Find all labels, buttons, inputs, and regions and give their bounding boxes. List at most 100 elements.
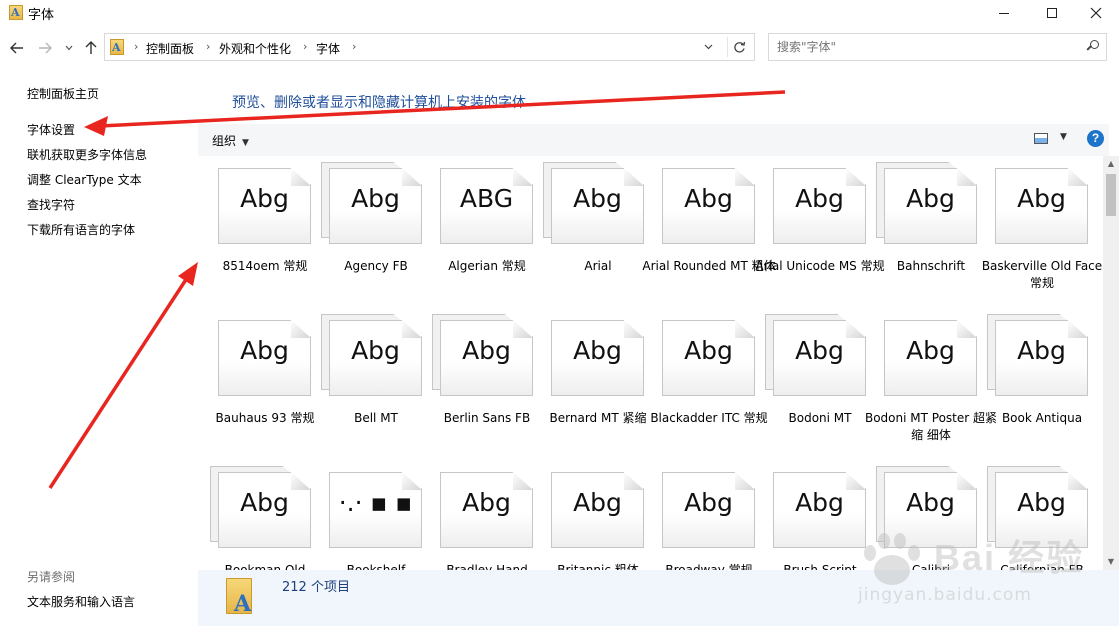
font-item[interactable]: Abg Blackadder ITC 常规 [642, 306, 768, 458]
see-also-title: 另请参阅 [27, 570, 76, 584]
address-bar[interactable]: A › 控制面板 › 外观和个性化 › 字体 › [104, 33, 755, 61]
link-font-settings[interactable]: 字体设置 [27, 121, 75, 138]
font-sample-text: Abg [684, 184, 733, 213]
title-bar: A 字体 [0, 0, 1119, 26]
font-item[interactable]: Abg Arial [531, 156, 644, 306]
chevron-down-icon: ▼ [242, 138, 249, 148]
refresh-button[interactable] [727, 37, 751, 57]
left-navigation-pane: 控制面板主页 字体设置 联机获取更多字体信息 调整 ClearType 文本 查… [0, 70, 198, 626]
font-item[interactable]: Abg Bodoni MT Poster 超紧缩 细体 [864, 306, 997, 458]
breadcrumb-chevron-icon[interactable]: › [352, 40, 356, 53]
link-text-services[interactable]: 文本服务和输入语言 [27, 593, 135, 610]
font-sample-text: ABG [459, 184, 514, 213]
breadcrumb-chevron-icon[interactable]: › [134, 40, 138, 53]
font-item[interactable]: Abg Broadway 常规 [642, 458, 755, 570]
font-sample-text: Abg [573, 336, 622, 365]
font-item[interactable]: Abg Arial Rounded MT 粗体 [642, 156, 776, 306]
font-sample-text: Abg [795, 336, 844, 365]
font-item[interactable]: Abg Bauhaus 93 常规 [198, 306, 314, 458]
font-item[interactable]: Abg Brush Script [753, 458, 866, 570]
font-item[interactable]: Abg Arial Unicode MS 常规 [753, 156, 885, 306]
font-sample-text: Abg [906, 336, 955, 365]
font-sample-text: Abg [795, 488, 844, 517]
font-item[interactable]: Abg Bookman Old [198, 458, 311, 570]
font-sample-text: Abg [240, 336, 289, 365]
font-item[interactable]: Abg Bradley Hand [420, 458, 533, 570]
page-heading: 预览、删除或者显示和隐藏计算机上安装的字体 [232, 95, 526, 111]
fonts-folder-icon: A [226, 578, 252, 617]
font-item[interactable]: Abg Baskerville Old Face 常规 [975, 156, 1102, 306]
font-sample-text: Abg [351, 336, 400, 365]
font-sample-text: Abg [573, 488, 622, 517]
font-sample-text: Abg [351, 184, 400, 213]
fonts-folder-icon: A [9, 5, 23, 20]
maximize-button[interactable] [1029, 0, 1075, 26]
minimize-button[interactable] [981, 0, 1027, 26]
font-item[interactable]: Abg 8514oem 常规 [198, 156, 311, 306]
fonts-folder-icon: A [110, 39, 124, 55]
font-sample-text: Abg [1017, 336, 1066, 365]
minimize-icon [999, 12, 1009, 14]
link-control-panel-home[interactable]: 控制面板主页 [27, 85, 99, 102]
close-button[interactable] [1073, 0, 1119, 26]
back-button[interactable] [8, 38, 26, 58]
scroll-up-icon[interactable]: ▲ [1103, 156, 1119, 172]
font-item[interactable]: Abg Book Antiqua [975, 306, 1088, 458]
font-sample-text: Abg [795, 184, 844, 213]
font-name: Book Antiqua [1001, 411, 1083, 425]
breadcrumb-fonts[interactable]: 字体 [316, 40, 340, 57]
link-adjust-cleartype[interactable]: 调整 ClearType 文本 [27, 171, 142, 188]
address-history-button[interactable] [697, 38, 719, 56]
breadcrumb-chevron-icon[interactable]: › [206, 40, 210, 53]
scrollbar-thumb[interactable] [1106, 174, 1116, 216]
font-item[interactable]: Abg Britannic 粗体 [531, 458, 644, 570]
font-grid: Abg 8514oem 常规 Abg Agency FB ABG Algerian 常规 A… [198, 156, 1103, 570]
forward-button[interactable] [36, 38, 54, 58]
item-count: 212 个项目 [282, 580, 350, 595]
font-item[interactable]: Abg Agency FB [309, 156, 422, 306]
font-sample-text: Abg [573, 184, 622, 213]
close-icon [1090, 7, 1102, 19]
search-input[interactable] [777, 40, 1077, 54]
font-item[interactable]: Abg Bahnschrift [864, 156, 977, 306]
font-sample-text: Abg [462, 336, 511, 365]
font-item[interactable]: Abg Bodoni MT [753, 306, 866, 458]
breadcrumb-appearance[interactable]: 外观和个性化 [219, 40, 291, 57]
font-item[interactable]: ABG Algerian 常规 [420, 156, 533, 306]
maximize-icon [1047, 8, 1057, 18]
view-options-dropdown-icon[interactable]: ▼ [1060, 132, 1067, 142]
font-control-panel-window: A 字体 A › 控制面板 › 外观和个性化 › 字体 › 搜索"字体" 控制面… [0, 0, 1119, 626]
link-download-all-fonts[interactable]: 下载所有语言的字体 [27, 221, 135, 238]
recent-locations-button[interactable] [63, 38, 75, 58]
command-bar: 组织 ▼ ▼ ? [198, 124, 1109, 156]
baidu-jingyan-watermark: Bai 经验 jingyan.baidu.com [858, 521, 1110, 611]
font-sample-text: Abg [462, 488, 511, 517]
font-sample-text: Abg [240, 184, 289, 213]
font-sample-text: Abg [684, 488, 733, 517]
change-view-icon[interactable] [1034, 133, 1048, 144]
organize-menu-button[interactable]: 组织 ▼ [212, 132, 249, 149]
font-item[interactable]: Abg Bell MT [309, 306, 422, 458]
arrow-left-icon [10, 42, 23, 54]
font-item[interactable]: Abg Berlin Sans FB [420, 306, 533, 458]
font-sample-text: Abg [1017, 184, 1066, 213]
search-box[interactable] [768, 33, 1107, 61]
help-icon[interactable]: ? [1087, 130, 1104, 147]
font-sample-text: Abg [906, 488, 955, 517]
paw-logo-icon [858, 531, 928, 591]
font-sample-text: Abg [1017, 488, 1066, 517]
vertical-scrollbar[interactable]: ▲ ▼ [1103, 156, 1119, 570]
search-icon[interactable] [1086, 40, 1101, 54]
font-item[interactable]: Abg Bernard MT 紧缩 [531, 306, 646, 458]
up-button[interactable] [82, 38, 100, 58]
link-get-more-font-info[interactable]: 联机获取更多字体信息 [27, 146, 147, 163]
breadcrumb-control-panel[interactable]: 控制面板 [146, 40, 194, 57]
breadcrumb-chevron-icon[interactable]: › [303, 40, 307, 53]
chevron-down-icon [704, 44, 712, 50]
watermark-text: Bai 经验 [934, 537, 1085, 578]
font-sample-text: Abg [684, 336, 733, 365]
arrow-up-icon [85, 41, 97, 54]
font-item[interactable]: ·.· ▪ ▪ Bookshelf [309, 458, 422, 570]
link-find-character[interactable]: 查找字符 [27, 196, 75, 213]
organize-label: 组织 [212, 134, 237, 148]
